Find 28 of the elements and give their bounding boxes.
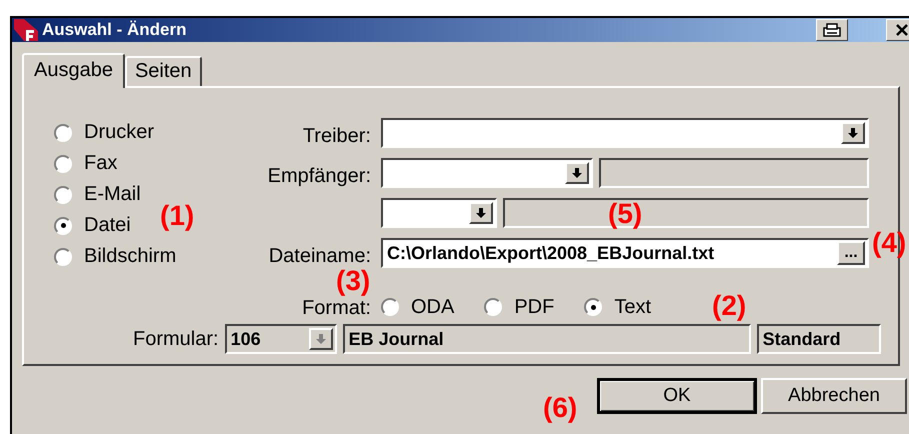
radio-label: E-Mail [84, 183, 141, 206]
callout-number: (3) [336, 267, 370, 295]
radio-label: Fax [84, 152, 118, 175]
browse-button[interactable]: ... [837, 241, 865, 265]
filename-field[interactable]: C:\Orlando\Export\2008_EBJournal.txt ... [381, 238, 869, 268]
field-label: Dateiname: [268, 245, 371, 268]
window-title: Auswahl - Ändern [42, 20, 188, 40]
tab[interactable]: Seiten [124, 56, 202, 86]
form-name-field: EB Journal [342, 324, 751, 354]
callout-number: (2) [712, 292, 746, 320]
field-label: Empfänger: [266, 165, 371, 188]
callout-number: (5) [608, 200, 642, 228]
filename-value: C:\Orlando\Export\2008_EBJournal.txt [387, 242, 714, 264]
dialog-button[interactable]: Abbrechen [761, 378, 907, 414]
radio-label: Text [614, 296, 652, 318]
form-variant-field: Standard [756, 324, 881, 354]
tab[interactable]: Ausgabe [22, 53, 125, 88]
dialog-button[interactable]: OK [597, 378, 757, 414]
radio-label: Bildschirm [84, 245, 176, 268]
radio-label: Datei [84, 214, 131, 237]
radio-label: ODA [411, 296, 454, 318]
radio-label: Drucker [84, 121, 154, 144]
callout-number: (1) [160, 202, 194, 230]
callout-number: (6) [543, 394, 578, 422]
field-label: Treiber: [302, 125, 371, 148]
field-label: Format: [301, 297, 371, 320]
radio-label: PDF [514, 296, 554, 318]
field-label: Formular: [133, 328, 219, 350]
